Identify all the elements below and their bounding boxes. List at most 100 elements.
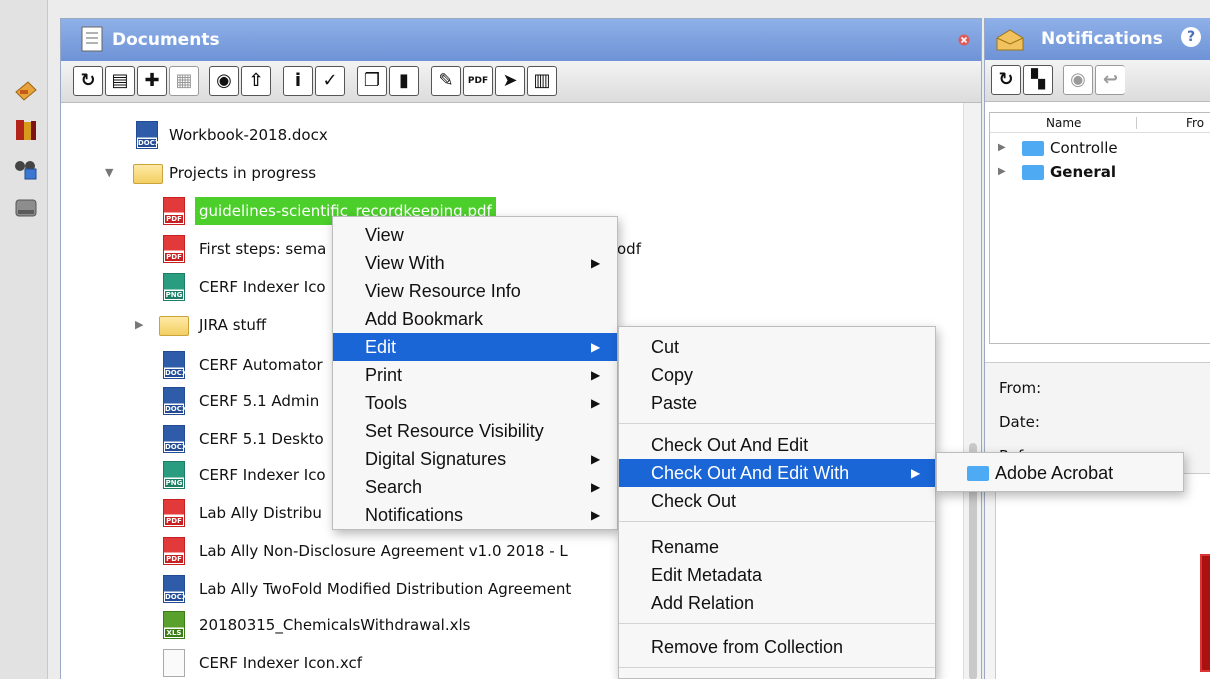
stack-icon[interactable]: ▚ — [1023, 65, 1053, 95]
docx-file-icon: DOCX — [163, 575, 187, 603]
menu-separator — [619, 521, 935, 522]
menu-item-remove-from-collection[interactable]: Remove from Collection — [619, 633, 935, 661]
documents-title: Documents — [112, 30, 220, 50]
upload-icon[interactable]: ⇧ — [241, 66, 271, 96]
folder-icon — [967, 466, 989, 481]
docx-file-icon: DOCX — [136, 121, 160, 149]
tree-row-label: Workbook-2018.docx — [169, 126, 328, 144]
menu-item-check-out-and-edit[interactable]: Check Out And Edit — [619, 431, 935, 459]
drive-icon[interactable] — [14, 196, 38, 220]
table-row-label: Controlle — [1050, 139, 1118, 157]
disclosure-expanded-icon[interactable]: ▼ — [105, 157, 113, 189]
folder-icon — [1022, 141, 1044, 156]
xcf-file-icon — [163, 649, 185, 677]
pdf-file-icon: PDF — [163, 235, 185, 263]
bookshelf-icon[interactable] — [14, 78, 38, 102]
menu-item-add-relation[interactable]: Add Relation — [619, 589, 935, 617]
refresh-icon[interactable]: ↻ — [73, 66, 103, 96]
notifications-title: Notifications — [1041, 29, 1163, 49]
notification-detail: From: Date: Reference: — [985, 362, 1210, 679]
tree-row-label: CERF Indexer Ico — [199, 466, 326, 484]
tree-row-label: 20180315_ChemicalsWithdrawal.xls — [199, 616, 471, 634]
help-icon[interactable]: ? — [1181, 27, 1201, 47]
tree-row-label: Lab Ally Distribu — [199, 504, 322, 522]
png-file-icon: PNG — [163, 273, 185, 301]
sign-icon[interactable]: ✎ — [431, 66, 461, 96]
menu-item-view-resource-info[interactable]: View Resource Info — [333, 277, 617, 305]
menu-item-tools[interactable]: Tools ▶ — [333, 389, 617, 417]
copy-icon[interactable]: ❐ — [357, 66, 387, 96]
column-header-name[interactable]: Name — [1046, 113, 1081, 133]
menu-item-rename[interactable]: Rename — [619, 533, 935, 561]
disclosure-collapsed-icon[interactable]: ▶ — [998, 161, 1006, 183]
metadata-icon[interactable]: ✓ — [315, 66, 345, 96]
edit-submenu: Cut Copy Paste Check Out And Edit Check … — [618, 326, 936, 679]
book-icon[interactable]: ▥ — [527, 66, 557, 96]
menu-item-edit[interactable]: Edit ▶ — [333, 333, 617, 361]
menu-item-set-resource-visibility[interactable]: Set Resource Visibility — [333, 417, 617, 445]
from-label: From: — [999, 379, 1042, 397]
menu-item-edit-metadata[interactable]: Edit Metadata — [619, 561, 935, 589]
tree-row-label: CERF Indexer Icon.xcf — [199, 654, 363, 672]
menu-item-add-bookmark[interactable]: Add Bookmark — [333, 305, 617, 333]
new-document-icon[interactable]: ▤ — [105, 66, 135, 96]
xls-file-icon: XLS — [163, 611, 185, 639]
menu-item-view[interactable]: View — [333, 221, 617, 249]
menu-item-check-out[interactable]: Check Out — [619, 487, 935, 515]
menu-item-paste[interactable]: Paste — [619, 389, 935, 417]
notification-body — [995, 473, 1210, 679]
column-header-from[interactable]: Fro — [1186, 113, 1204, 133]
menu-item-cut[interactable]: Cut — [619, 333, 935, 361]
tree-row-label-tail: odf — [617, 240, 641, 258]
notifications-toolbar: ↻ ▚ ◉ ↩ — [985, 60, 1210, 102]
tree-row-label: JIRA stuff — [199, 316, 267, 334]
folder-icon — [159, 316, 189, 336]
binoculars-save-icon[interactable] — [14, 156, 38, 180]
date-label: Date: — [999, 413, 1040, 431]
tree-row-label: Lab Ally TwoFold Modified Distribution A… — [199, 580, 572, 598]
send-icon[interactable]: ➤ — [495, 66, 525, 96]
docx-file-icon: DOCX — [163, 387, 187, 415]
properties-icon[interactable]: ▦ — [169, 66, 199, 96]
menu-item-copy[interactable]: Copy — [619, 361, 935, 389]
tree-row-label: CERF 5.1 Admin — [199, 392, 320, 410]
tree-row-label: Projects in progress — [169, 164, 317, 182]
reply-icon[interactable]: ↩ — [1095, 65, 1125, 95]
close-panel-icon[interactable] — [958, 34, 970, 46]
table-row[interactable]: ▶ General — [990, 161, 1210, 183]
column-divider — [1136, 117, 1137, 129]
documents-header: Documents — [61, 19, 981, 61]
notifications-table: Name Fro ▶ Controlle ▶ General — [989, 112, 1210, 344]
tree-row-label: CERF Automator — [199, 356, 323, 374]
tree-scrollbar[interactable] — [963, 103, 981, 679]
pdf-file-icon: PDF — [163, 499, 185, 527]
menu-item-notifications[interactable]: Notifications ▶ — [333, 501, 617, 529]
menu-item-print[interactable]: Print ▶ — [333, 361, 617, 389]
app-window: Documents ↻ ▤ ✚ ▦ ◉ ⇧ i ✓ ❐ ▮ ✎ PDF ➤ ▥ … — [0, 0, 1210, 679]
menu-item-adobe-acrobat[interactable]: Adobe Acrobat — [937, 459, 1183, 487]
add-icon[interactable]: ✚ — [137, 66, 167, 96]
menu-item-digital-signatures[interactable]: Digital Signatures ▶ — [333, 445, 617, 473]
disclosure-collapsed-icon[interactable]: ▶ — [998, 137, 1006, 159]
tree-row[interactable]: DOCX Workbook-2018.docx — [61, 119, 961, 151]
view-icon[interactable]: ◉ — [209, 66, 239, 96]
refresh-icon[interactable]: ↻ — [991, 65, 1021, 95]
info-icon[interactable]: i — [283, 66, 313, 96]
books-icon[interactable] — [14, 118, 38, 142]
tree-row-label: CERF 5.1 Deskto — [199, 430, 324, 448]
menu-separator — [619, 667, 935, 668]
table-row[interactable]: ▶ Controlle — [990, 137, 1210, 159]
menu-item-search[interactable]: Search ▶ — [333, 473, 617, 501]
menu-separator — [619, 423, 935, 424]
tree-row-label: CERF Indexer Ico — [199, 278, 326, 296]
view-icon[interactable]: ◉ — [1063, 65, 1093, 95]
tree-row-label: First steps: sema — [199, 240, 327, 258]
clipboard-icon[interactable]: ▮ — [389, 66, 419, 96]
disclosure-collapsed-icon[interactable]: ▶ — [135, 309, 143, 341]
pdf-icon[interactable]: PDF — [463, 66, 493, 96]
notifications-header: Notifications ? — [985, 18, 1210, 60]
tree-row[interactable]: ▼ Projects in progress — [61, 157, 961, 189]
menu-item-check-out-and-edit-with[interactable]: Check Out And Edit With ▶ — [619, 459, 935, 487]
png-file-icon: PNG — [163, 461, 185, 489]
menu-item-view-with[interactable]: View With ▶ — [333, 249, 617, 277]
